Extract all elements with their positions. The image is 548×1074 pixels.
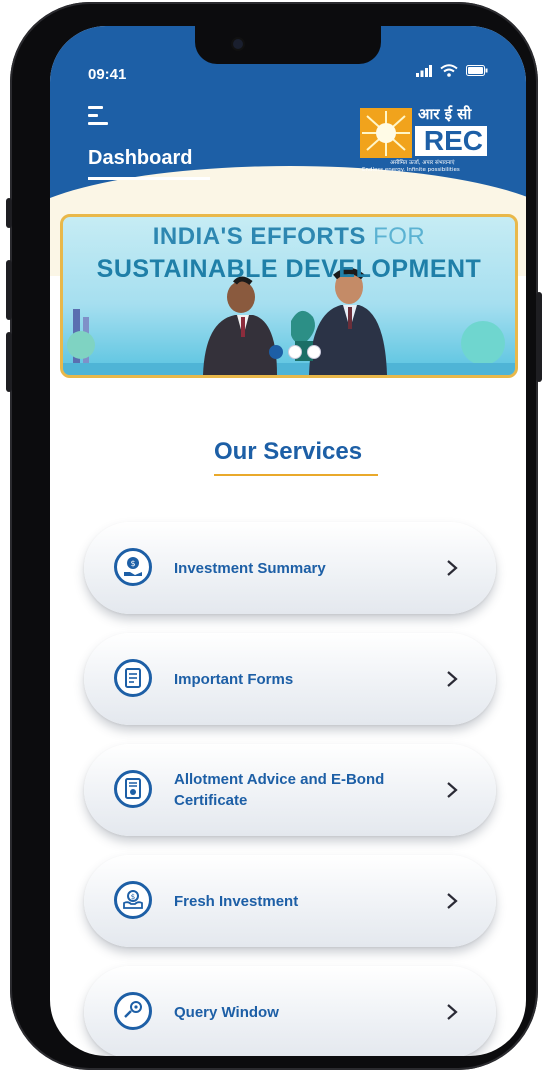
- carousel-indicators: [269, 345, 321, 359]
- section-title: Our Services: [213, 438, 363, 465]
- notch: [195, 26, 381, 64]
- volume-down-button: [6, 332, 12, 392]
- chevron-right-icon: [447, 782, 458, 798]
- title-underline: [88, 177, 210, 180]
- wifi-icon: [440, 64, 458, 77]
- svg-text:$: $: [130, 559, 135, 568]
- chevron-right-icon: [447, 560, 458, 576]
- page-title: Dashboard: [88, 147, 193, 169]
- service-card-investment-summary[interactable]: $ Investment Summary: [84, 522, 496, 614]
- app-screen: 09:41 Dashboard आर ई सी REC असीमित ऊर्जा…: [50, 26, 526, 1056]
- chevron-right-icon: [447, 1004, 458, 1020]
- service-card-important-forms[interactable]: Important Forms: [84, 633, 496, 725]
- svg-text:$: $: [131, 893, 135, 901]
- carousel-dot[interactable]: [307, 345, 321, 359]
- investment-hands-icon: $: [114, 881, 152, 919]
- service-card-allotment-advice[interactable]: Allotment Advice and E-Bond Certificate: [84, 744, 496, 836]
- phone-frame: 09:41 Dashboard आर ई सी REC असीमित ऊर्जा…: [6, 2, 542, 1070]
- volume-up-button: [6, 260, 12, 320]
- money-bag-hand-icon: $: [114, 548, 152, 586]
- service-label: Fresh Investment: [174, 892, 299, 910]
- logo-rec-text: REC: [415, 126, 487, 156]
- service-label: Allotment Advice and E-Bond Certificate: [174, 771, 385, 809]
- carousel-dot[interactable]: [269, 345, 283, 359]
- form-document-icon: [114, 659, 152, 697]
- power-button: [536, 292, 542, 382]
- banner-heading-line1: INDIA'S EFFORTS FOR: [63, 223, 515, 251]
- logo-hindi-text: आर ई सी: [418, 105, 472, 123]
- person-right: [309, 268, 387, 375]
- status-icons: [416, 64, 488, 77]
- sun-logo-icon: [360, 108, 412, 158]
- service-card-query-window[interactable]: Query Window: [84, 966, 496, 1056]
- person-left: [203, 276, 277, 375]
- service-card-fresh-investment[interactable]: $ Fresh Investment: [84, 855, 496, 947]
- battery-icon: [466, 65, 488, 76]
- promo-banner-carousel[interactable]: INDIA'S EFFORTS FOR SUSTAINABLE DEVELOPM…: [60, 214, 518, 378]
- chevron-right-icon: [447, 893, 458, 909]
- hamburger-menu-icon[interactable]: [88, 104, 110, 126]
- query-chat-icon: [114, 992, 152, 1030]
- banner-heading-line1-main: INDIA'S EFFORTS: [152, 223, 366, 250]
- certificate-icon: [114, 770, 152, 808]
- carousel-dot[interactable]: [288, 345, 302, 359]
- banner-heading-line2: SUSTAINABLE DEVELOPMENT: [96, 255, 482, 283]
- front-camera: [233, 39, 243, 49]
- status-time: 09:41: [88, 66, 127, 83]
- banner-heading-line1-tail: FOR: [365, 223, 426, 250]
- section-title-underline: [214, 474, 378, 476]
- logo-tagline-english: Endless energy. Infinite possibilities: [362, 167, 460, 173]
- service-label: Investment Summary: [174, 559, 326, 577]
- silent-switch: [6, 198, 12, 228]
- rec-logo: आर ई सी REC असीमित ऊर्जा, अपार संभावनाएं…: [360, 104, 492, 176]
- service-label: Query Window: [174, 1003, 279, 1021]
- logo-tagline-hindi: असीमित ऊर्जा, अपार संभावनाएं: [390, 160, 455, 166]
- signal-icon: [416, 64, 432, 77]
- chevron-right-icon: [447, 671, 458, 687]
- service-label: Important Forms: [174, 670, 294, 688]
